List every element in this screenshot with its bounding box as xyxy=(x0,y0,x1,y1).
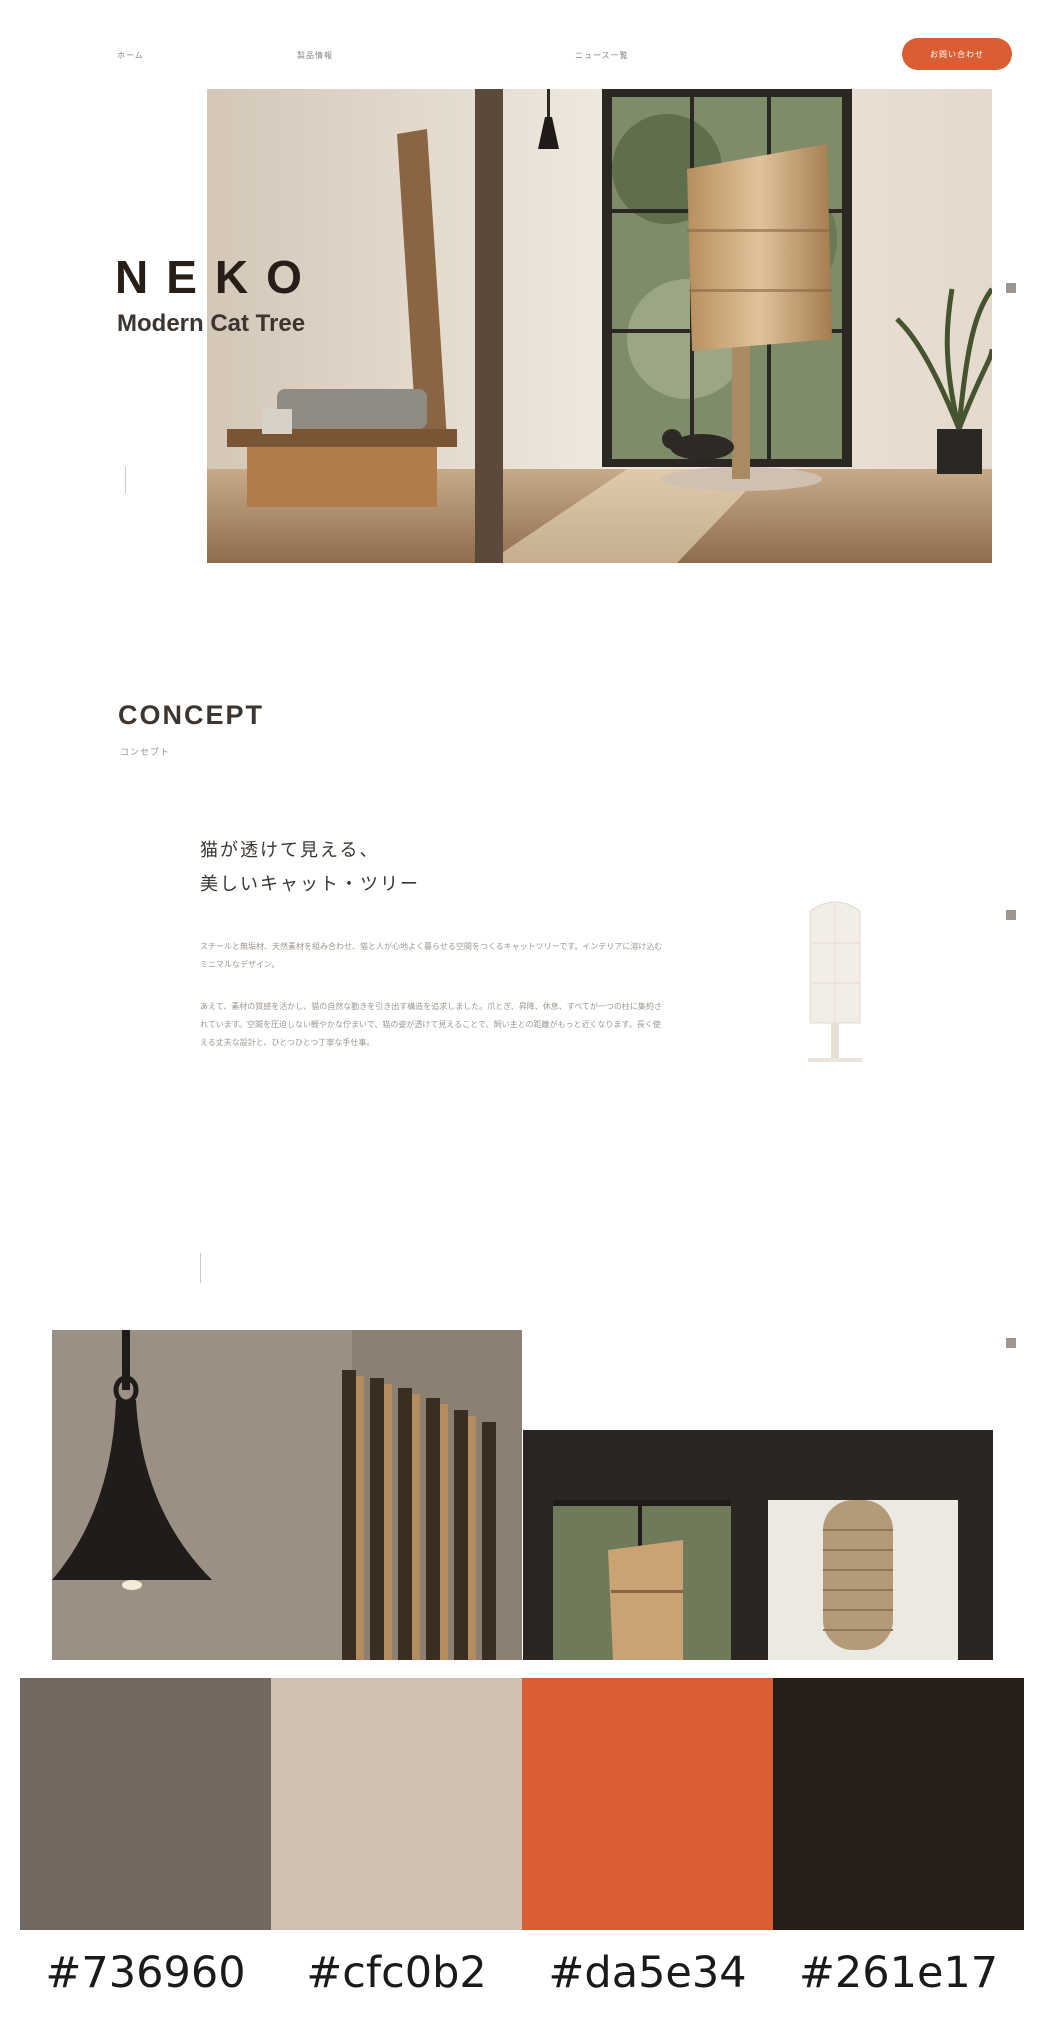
side-marker xyxy=(1006,283,1016,293)
cat-tree-illustration xyxy=(808,901,862,1062)
lamp-illustration xyxy=(52,1330,522,1660)
concept-headline-line-1: 猫が透けて見える、 xyxy=(200,840,380,860)
scroll-indicator xyxy=(125,467,126,493)
concept-subtitle: コンセプト xyxy=(120,747,171,757)
swatch-label-1: #736960 xyxy=(45,1948,246,1998)
swatch-3 xyxy=(522,1678,773,1930)
concept-headline-line-2: 美しいキャット・ツリー xyxy=(200,874,420,894)
product-image xyxy=(800,893,870,1068)
nav-home[interactable]: ホーム xyxy=(117,50,144,61)
nav-news[interactable]: ニュース一覧 xyxy=(575,50,629,61)
hero-room-illustration xyxy=(207,89,992,563)
side-marker xyxy=(1006,1338,1016,1348)
swatch-label-3: #da5e34 xyxy=(548,1948,747,1998)
concept-paragraph-2: あえて、素材の質感を活かし、猫の自然な動きを引き出す構造を追求しました。爪とぎ、… xyxy=(200,1002,662,1047)
swatch-1 xyxy=(20,1678,271,1930)
side-marker xyxy=(1006,910,1016,920)
hero-tagline: Modern Cat Tree xyxy=(117,310,306,337)
swatch-4 xyxy=(773,1678,1024,1930)
gallery-image-detail xyxy=(523,1430,993,1660)
swatch-2 xyxy=(271,1678,522,1930)
gallery-image-lamp xyxy=(52,1330,522,1660)
swatch-label-2: #cfc0b2 xyxy=(306,1948,487,1998)
contact-button[interactable]: お問い合わせ xyxy=(902,38,1012,70)
scroll-indicator xyxy=(200,1253,201,1283)
detail-illustration xyxy=(523,1430,993,1660)
brand-title: NEKO xyxy=(115,251,320,303)
concept-title: CONCEPT xyxy=(118,700,265,730)
nav-products[interactable]: 製品情報 xyxy=(297,50,333,61)
swatch-label-4: #261e17 xyxy=(798,1948,999,1998)
hero-image xyxy=(207,89,992,563)
concept-paragraph-1: スチールと無垢材、天然素材を組み合わせ、猫と人が心地よく暮らせる空間をつくるキャ… xyxy=(200,942,663,969)
